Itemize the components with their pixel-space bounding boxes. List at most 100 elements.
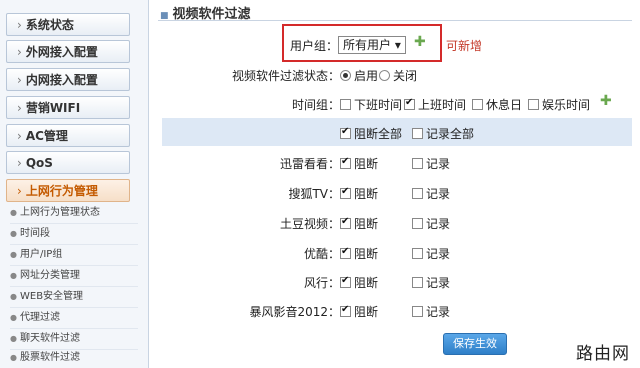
checkbox-icon[interactable] xyxy=(340,304,351,317)
app-log-option[interactable]: 记录 xyxy=(412,215,450,232)
subnav-label: 股票软件过滤 xyxy=(19,352,80,363)
subnav-label: 网址分类管理 xyxy=(19,270,80,281)
app-log-option[interactable]: 记录 xyxy=(412,303,450,320)
app-block-option[interactable]: 阻断 xyxy=(340,155,378,172)
checkbox-icon[interactable] xyxy=(412,248,423,259)
checkbox-icon[interactable] xyxy=(472,99,483,110)
block-label: 阻断 xyxy=(354,305,379,319)
app-log-option[interactable]: 记录 xyxy=(412,185,450,202)
chevron-right-icon: › xyxy=(17,156,22,170)
add-icon[interactable]: ✚ xyxy=(600,93,612,109)
checkbox-icon[interactable] xyxy=(412,188,423,199)
log-label: 记录 xyxy=(426,276,451,290)
bullet-icon: ● xyxy=(10,334,17,343)
block-label: 阻断 xyxy=(354,157,379,171)
subnav-url-category[interactable]: ● 网址分类管理 xyxy=(10,266,138,287)
checkbox-icon[interactable] xyxy=(528,99,539,110)
nav-label: 营销WIFI xyxy=(25,101,81,115)
checkbox-icon[interactable] xyxy=(412,306,423,317)
checkbox-icon[interactable] xyxy=(340,156,351,169)
subnav-chat-filter[interactable]: ● 聊天软件过滤 xyxy=(10,329,138,350)
subnav-user-ip-group[interactable]: ● 用户/IP组 xyxy=(10,245,138,266)
subnav-stock-filter[interactable]: ● 股票软件过滤 xyxy=(10,348,138,368)
nav-label: 内网接入配置 xyxy=(25,73,98,87)
time-option-offwork[interactable]: 下班时间 xyxy=(340,96,402,113)
app-name: 优酷： xyxy=(303,247,340,261)
bullet-icon: ● xyxy=(10,229,17,238)
radio-icon[interactable] xyxy=(340,70,351,81)
status-disable-label: 关闭 xyxy=(393,69,418,83)
app-name: 搜狐TV： xyxy=(288,187,340,201)
subnav-proxy-filter[interactable]: ● 代理过滤 xyxy=(10,308,138,329)
app-block-option[interactable]: 阻断 xyxy=(340,185,378,202)
app-block-option[interactable]: 阻断 xyxy=(340,303,378,320)
nav-ac-management[interactable]: › AC管理 xyxy=(6,124,130,147)
time-option-label: 上班时间 xyxy=(418,98,467,112)
subnav-web-security[interactable]: ● WEB安全管理 xyxy=(10,287,138,308)
bullet-icon: ● xyxy=(10,208,17,217)
app-block-option[interactable]: 阻断 xyxy=(340,215,378,232)
nav-behavior-management[interactable]: › 上网行为管理 xyxy=(6,179,130,202)
user-group-label: 用户组： xyxy=(290,39,339,53)
checkbox-icon[interactable] xyxy=(412,128,423,139)
checkbox-icon[interactable] xyxy=(340,99,351,110)
app-block-option[interactable]: 阻断 xyxy=(340,245,378,262)
watermark: 路由网 xyxy=(570,337,636,366)
checkbox-icon[interactable] xyxy=(340,186,351,199)
checkbox-icon[interactable] xyxy=(340,126,351,139)
radio-icon[interactable] xyxy=(379,70,390,81)
nav-lan-config[interactable]: › 内网接入配置 xyxy=(6,68,130,91)
chevron-right-icon: › xyxy=(17,45,22,59)
time-option-label: 娱乐时间 xyxy=(542,98,591,112)
checkbox-icon[interactable] xyxy=(340,246,351,259)
log-label: 记录 xyxy=(426,305,451,319)
nav-label: 外网接入配置 xyxy=(25,45,98,59)
checkbox-icon[interactable] xyxy=(412,277,423,288)
time-option-restday[interactable]: 休息日 xyxy=(472,96,522,113)
main-panel: ■ 视频软件过滤 用户组： 所有用户 ▾ ✚ 可新增 视频软件过滤状态： 启用 关… xyxy=(150,0,640,368)
subnav-time-period[interactable]: ● 时间段 xyxy=(10,224,138,245)
app-log-option[interactable]: 记录 xyxy=(412,155,450,172)
checkbox-icon[interactable] xyxy=(340,275,351,288)
log-label: 记录 xyxy=(426,247,451,261)
nav-label: 系统状态 xyxy=(25,18,74,32)
add-icon[interactable]: ✚ xyxy=(414,34,426,50)
subnav-behavior-status[interactable]: ● 上网行为管理状态 xyxy=(10,203,138,224)
log-all-option[interactable]: 记录全部 xyxy=(412,125,474,142)
save-button[interactable]: 保存生效 xyxy=(443,333,507,355)
bullet-icon: ● xyxy=(10,250,17,259)
app-log-option[interactable]: 记录 xyxy=(412,274,450,291)
nav-system-status[interactable]: › 系统状态 xyxy=(6,13,130,36)
block-all-option[interactable]: 阻断全部 xyxy=(340,125,402,142)
block-label: 阻断 xyxy=(354,247,379,261)
app-block-option[interactable]: 阻断 xyxy=(340,274,378,291)
block-label: 阻断 xyxy=(354,217,379,231)
log-label: 记录 xyxy=(426,187,451,201)
nav-qos[interactable]: › QoS xyxy=(6,151,130,174)
subnav-label: 用户/IP组 xyxy=(19,249,63,260)
nav-label: 上网行为管理 xyxy=(25,184,98,198)
time-option-leisure[interactable]: 娱乐时间 xyxy=(528,96,590,113)
status-disable-option[interactable]: 关闭 xyxy=(379,67,417,84)
checkbox-icon[interactable] xyxy=(404,97,415,110)
chevron-right-icon: › xyxy=(17,101,22,115)
checkbox-icon[interactable] xyxy=(340,216,351,229)
status-enable-option[interactable]: 启用 xyxy=(340,67,378,84)
subnav-label: 代理过滤 xyxy=(19,312,60,323)
chevron-right-icon: › xyxy=(17,73,22,87)
time-option-work[interactable]: 上班时间 xyxy=(404,96,466,113)
bullet-icon: ● xyxy=(10,271,17,280)
app-name: 风行： xyxy=(303,276,340,290)
app-log-option[interactable]: 记录 xyxy=(412,245,450,262)
nav-marketing-wifi[interactable]: › 营销WIFI xyxy=(6,96,130,119)
time-option-label: 下班时间 xyxy=(354,98,403,112)
block-label: 阻断 xyxy=(354,187,379,201)
checkbox-icon[interactable] xyxy=(412,158,423,169)
nav-wan-config[interactable]: › 外网接入配置 xyxy=(6,40,130,63)
checkbox-icon[interactable] xyxy=(412,218,423,229)
user-group-select[interactable]: 所有用户 ▾ xyxy=(338,36,406,54)
time-option-label: 休息日 xyxy=(486,98,523,112)
log-label: 记录 xyxy=(426,157,451,171)
time-group-label: 时间组： xyxy=(291,98,340,112)
chevron-right-icon: › xyxy=(17,18,22,32)
